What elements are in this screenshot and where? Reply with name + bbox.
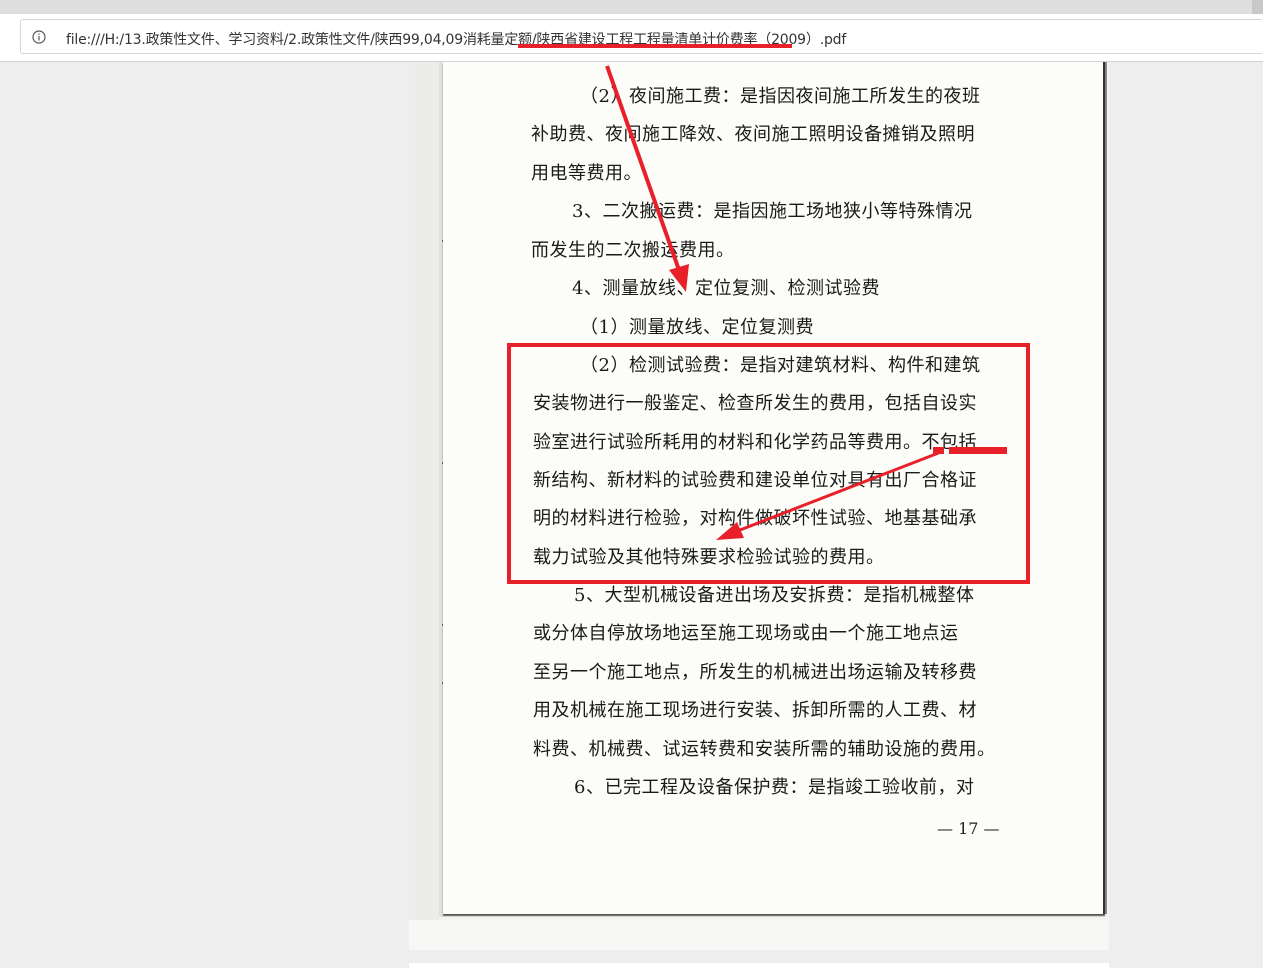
annotation-arrow-head (669, 264, 689, 292)
annotation-arrow-head (716, 522, 744, 540)
annotation-arrow-line (605, 65, 681, 271)
annotation-underline-mark (949, 447, 1007, 454)
annotation-arrow-line (739, 450, 942, 532)
annotation-overlay (605, 65, 1007, 540)
